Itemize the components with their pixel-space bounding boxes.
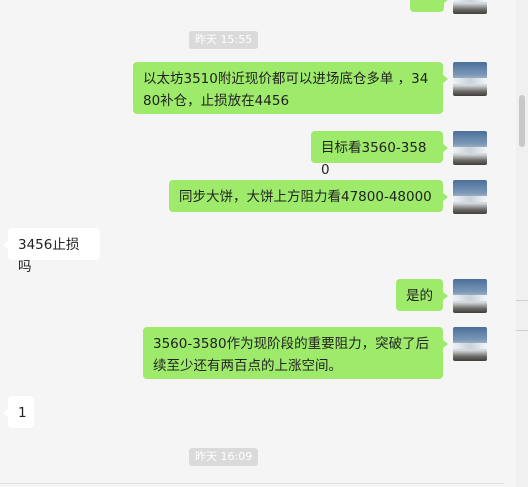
message-bubble-outgoing[interactable]: 以太坊3510附近现价都可以进场底仓多单 ，3480补仓，止损放在4456 (133, 62, 448, 114)
message-bubble-incoming[interactable]: 3456止损吗 (3, 228, 100, 275)
avatar[interactable] (453, 327, 487, 361)
message-bubble-outgoing[interactable]: 是的 (396, 279, 448, 311)
message-bubble-outgoing[interactable]: 目标看3560-3580 (311, 131, 448, 178)
avatar[interactable] (453, 131, 487, 165)
timestamp: 昨天 16:09 (189, 448, 259, 466)
message-bubble-outgoing[interactable]: 同步大饼，大饼上方阻力看47800-48000 (169, 180, 448, 212)
avatar[interactable] (453, 279, 487, 313)
timestamp: 昨天 15:55 (189, 31, 259, 49)
avatar[interactable] (453, 62, 487, 96)
message-bubble-outgoing[interactable]: 3560-3580作为现阶段的重要阻力，突破了后续至少还有两百点的上涨空间。 (143, 327, 448, 379)
chat-message-area: 昨天 15:55 以太坊3510附近现价都可以进场底仓多单 ，3480补仓，止损… (0, 0, 516, 487)
scrollbar-track[interactable] (516, 0, 528, 487)
scrollbar-thumb[interactable] (519, 95, 525, 147)
message-bubble-outgoing[interactable] (410, 0, 449, 12)
divider (0, 483, 504, 484)
message-bubble-incoming[interactable]: 1 (3, 396, 34, 428)
divider (516, 300, 528, 301)
divider (516, 330, 528, 331)
avatar[interactable] (453, 0, 487, 14)
avatar[interactable] (453, 180, 487, 214)
